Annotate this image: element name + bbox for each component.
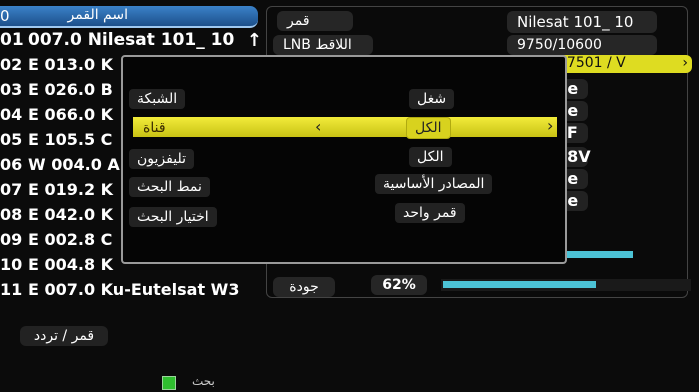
transponder-value: 27501 / V [558, 55, 626, 71]
satellite-name: E 013.0 K [28, 55, 114, 74]
satellite-list-item[interactable]: 01 007.0 Nilesat 101_ 10 ↑ [0, 30, 260, 55]
satellite-name: E 002.8 C [28, 230, 113, 249]
search-settings-dialog: الشبكة شغل قناة ‹ الكل › تليفزيون الكل ن… [121, 55, 567, 264]
satellite-name: E 026.0 B [28, 80, 113, 99]
search-mode-value[interactable]: المصادر الأساسية [375, 174, 493, 194]
list-header-label: اسم القمر [67, 7, 128, 23]
transponder-field[interactable]: 27501 / V › [552, 55, 692, 73]
tv-label: تليفزيون [129, 149, 194, 169]
list-header-number: 0 [0, 7, 10, 25]
search-hint[interactable]: بحث [192, 374, 215, 388]
satellite-name: E 007.0 Ku-Eutelsat W3 [28, 280, 240, 299]
satellite-name: W 004.0 A [28, 155, 120, 174]
satellite-number: 05 [0, 130, 23, 149]
satellite-number: 01 [0, 30, 24, 50]
chevron-left-icon[interactable]: ‹ [315, 117, 321, 136]
green-key-icon [162, 376, 176, 390]
network-value[interactable]: شغل [409, 89, 455, 109]
satellite-number: 11 [0, 280, 23, 299]
selected-row-highlight [133, 117, 557, 137]
quality-value: 62% [371, 275, 427, 295]
quality-label: جودة [273, 277, 335, 297]
chevron-right-icon[interactable]: › [547, 116, 553, 135]
signal-strength-bar [567, 251, 633, 258]
satellite-name-field[interactable]: Nilesat 101_ 10 [507, 11, 657, 33]
satellite-number: 08 [0, 205, 23, 224]
satellite-label: قمر [277, 11, 353, 31]
satellite-name: E 105.5 C [28, 130, 113, 149]
quality-bar-fill [443, 281, 596, 288]
network-label: الشبكة [129, 89, 186, 109]
satellite-list-item[interactable]: 11 E 007.0 Ku-Eutelsat W3 [0, 280, 260, 305]
search-type-value[interactable]: قمر واحد [395, 203, 465, 223]
satellite-name: E 004.8 K [28, 255, 114, 274]
lnb-value[interactable]: 9750/10600 [507, 35, 657, 55]
search-mode-label: نمط البحث [129, 177, 210, 197]
satellite-name: E 019.2 K [28, 180, 114, 199]
satellite-name: E 042.0 K [28, 205, 114, 224]
lnb-label: LNB اللاقط [273, 35, 373, 55]
satellite-number: 04 [0, 105, 23, 124]
satellite-name: E 066.0 K [28, 105, 114, 124]
sat-transponder-toggle[interactable]: قمر / تردد [20, 326, 108, 346]
satellite-number: 06 [0, 155, 23, 174]
sort-arrow-icon[interactable]: ↑ [247, 30, 260, 51]
satellite-number: 10 [0, 255, 23, 274]
satellite-number: 03 [0, 80, 23, 99]
satellite-number: 09 [0, 230, 23, 249]
satellite-name: 007.0 Nilesat 101_ 10 [28, 30, 235, 50]
satellite-number: 02 [0, 55, 23, 74]
satellite-number: 07 [0, 180, 23, 199]
tv-value[interactable]: الكل [409, 147, 452, 167]
channel-value[interactable]: الكل [406, 117, 451, 139]
channel-label: قناة [143, 120, 166, 136]
search-type-label: اختيار البحث [129, 207, 217, 227]
chevron-right-icon[interactable]: › [682, 55, 688, 71]
satellite-list-header: 0 اسم القمر [0, 6, 258, 28]
